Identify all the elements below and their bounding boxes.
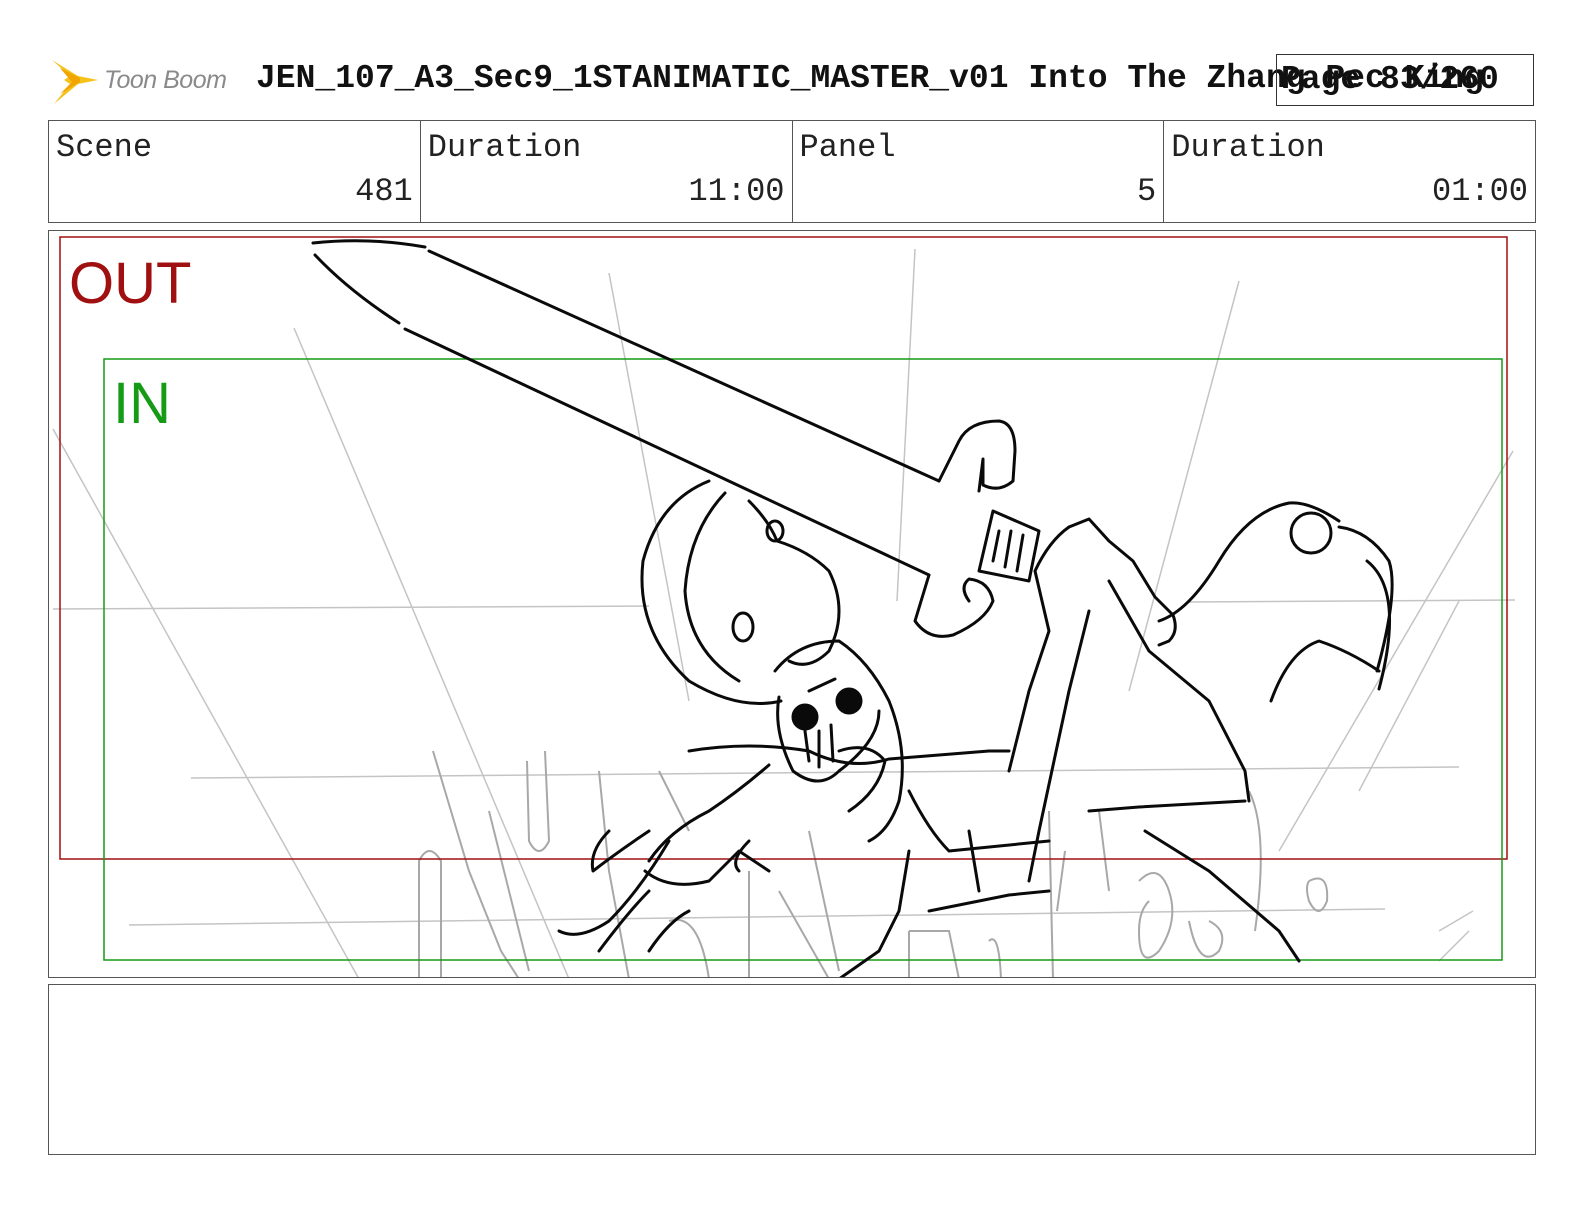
out-frame-label: OUT [69, 251, 191, 316]
scene-cell: Scene 481 [49, 121, 421, 222]
page-indicator: Page 83/260 [1276, 54, 1534, 106]
character-head [773, 639, 904, 843]
page-label: Page 83/260 [1281, 61, 1499, 98]
panel-drawing: OUT IN [52, 236, 1516, 977]
out-frame [59, 236, 1508, 860]
panel-notes[interactable] [48, 984, 1536, 1155]
panel-label: Panel [799, 129, 896, 166]
scene-value: 481 [355, 173, 413, 210]
panel-duration-label: Duration [1171, 129, 1325, 166]
scene-label: Scene [56, 129, 153, 166]
storyboard-panel: OUT IN [48, 230, 1536, 978]
panel-cell: Panel 5 [793, 121, 1165, 222]
character-sketch [311, 239, 1394, 977]
sword-blade [311, 239, 427, 249]
scene-duration-label: Duration [427, 129, 582, 166]
panel-duration-value: 01:00 [1431, 173, 1528, 210]
scene-info-table: Scene 481 Duration 11:00 Panel 5 Duratio… [48, 120, 1536, 223]
panel-duration-cell: Duration 01:00 [1164, 121, 1535, 222]
crowd-sketch [418, 750, 1329, 977]
panel-value: 5 [1137, 173, 1157, 210]
in-frame-label: IN [113, 371, 171, 436]
scene-duration-cell: Duration 11:00 [421, 121, 793, 222]
scene-duration-value: 11:00 [688, 173, 785, 210]
